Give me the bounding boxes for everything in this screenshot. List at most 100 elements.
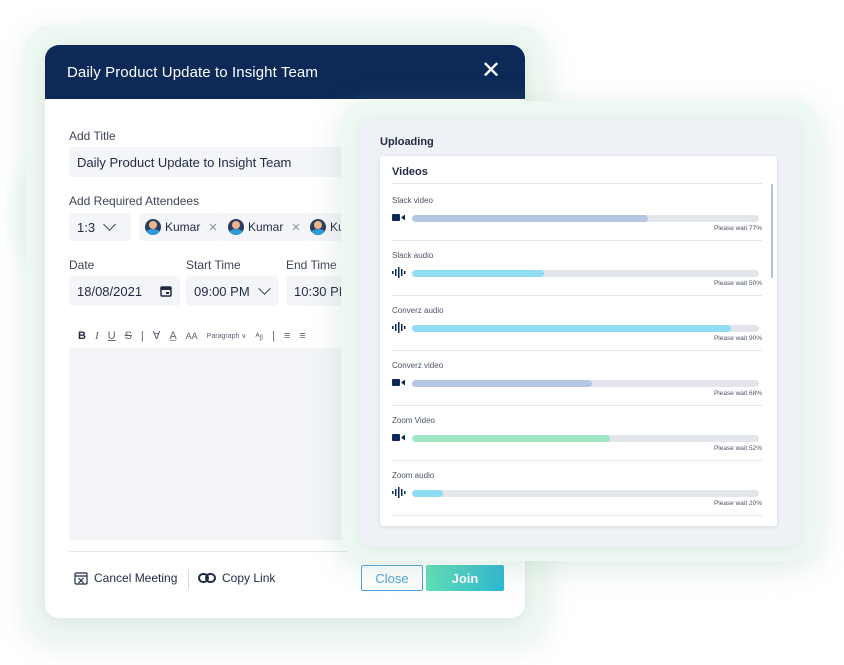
remove-attendee-icon[interactable]: ✕ xyxy=(208,221,217,234)
spell-check-icon[interactable]: ᴬᵦ xyxy=(255,331,263,341)
upload-item-name: Converz audio xyxy=(392,306,444,315)
progress-track xyxy=(412,435,759,442)
upload-status: Please wait 50% xyxy=(713,280,762,287)
video-camera-icon xyxy=(392,214,405,221)
strikethrough-button[interactable]: S xyxy=(125,330,132,342)
upload-item: Zoom Video Please wait 52% xyxy=(392,412,762,467)
toolbar-divider: | xyxy=(271,329,275,342)
upload-item: Slack video Please wait 77% xyxy=(392,192,762,247)
link-icon xyxy=(198,573,216,583)
section-divider xyxy=(392,183,762,184)
join-button[interactable]: Join xyxy=(426,565,504,591)
upload-status: Please wait 20% xyxy=(713,500,762,507)
video-camera-icon xyxy=(392,434,405,441)
start-time-label: Start Time xyxy=(186,258,241,272)
attendee-name: Kumar xyxy=(165,220,201,234)
upload-item-name: Slack audio xyxy=(392,251,434,260)
progress-fill xyxy=(412,380,593,387)
upload-status: Please wait 77% xyxy=(713,225,762,232)
upload-item: Zoom audio Please wait 20% xyxy=(392,467,762,522)
item-divider xyxy=(392,405,762,406)
list-icon[interactable]: ≡ xyxy=(299,330,305,342)
chevron-down-icon xyxy=(257,282,271,295)
toolbar-divider: | xyxy=(140,329,144,342)
item-divider xyxy=(392,350,762,351)
progress-fill xyxy=(412,490,444,497)
end-time-label: End Time xyxy=(286,258,337,272)
upload-item-name: Converz video xyxy=(392,361,444,370)
uploads-panel: Videos Slack video Please wait 77% Slack… xyxy=(380,156,777,526)
upload-item-name: Zoom audio xyxy=(392,471,435,480)
attendee-chip[interactable]: Kumar ✕ xyxy=(222,213,307,241)
footer-separator xyxy=(188,569,189,589)
meeting-type-select[interactable]: 1:3 xyxy=(69,213,131,241)
item-divider xyxy=(392,295,762,296)
dialog-title: Daily Product Update to Insight Team xyxy=(67,63,318,81)
progress-track xyxy=(412,380,759,387)
upload-item: Converz audio Please wait 90% xyxy=(392,302,762,357)
upload-status: Please wait 52% xyxy=(713,445,762,452)
uploading-card: Uploading Videos Slack video Please wait… xyxy=(359,119,801,547)
paragraph-dropdown[interactable]: Paragraph ∨ xyxy=(207,332,247,340)
attendee-name: Kumar xyxy=(248,220,284,234)
attendee-chip[interactable]: Kumar ✕ xyxy=(139,213,224,241)
bold-button[interactable]: B xyxy=(78,330,86,342)
audio-wave-icon xyxy=(392,322,406,333)
progress-fill xyxy=(412,270,544,277)
date-picker[interactable]: 18/08/2021 xyxy=(69,276,180,306)
upload-item: Slack audio Please wait 50% xyxy=(392,247,762,302)
calendar-cancel-icon xyxy=(74,572,88,585)
close-icon[interactable]: ✕ xyxy=(479,59,503,84)
progress-track xyxy=(412,325,759,332)
scrollbar[interactable] xyxy=(771,184,773,278)
meeting-type-value: 1:3 xyxy=(77,219,96,235)
remove-attendee-icon[interactable]: ✕ xyxy=(291,221,300,234)
title-input[interactable]: Daily Product Update to Insight Team xyxy=(69,147,369,177)
start-time-value: 09:00 PM xyxy=(194,283,250,299)
copy-link-button[interactable]: Copy Link xyxy=(198,571,275,585)
dialog-header: Daily Product Update to Insight Team ✕ xyxy=(45,45,525,99)
uploading-title: Uploading xyxy=(380,136,434,148)
add-title-label: Add Title xyxy=(69,129,116,143)
item-divider xyxy=(392,460,762,461)
underline-button[interactable]: U xyxy=(108,330,116,342)
close-button[interactable]: Close xyxy=(361,565,423,591)
title-input-value: Daily Product Update to Insight Team xyxy=(77,154,292,170)
item-divider xyxy=(392,240,762,241)
upload-status: Please wait 90% xyxy=(713,335,762,342)
editor-toolbar: B I U S | ∀ A̲ AA Paragraph ∨ ᴬᵦ | ≡ ≡ xyxy=(78,329,306,343)
upload-status: Please wait 68% xyxy=(713,390,762,397)
upload-item: Converz video Please wait 68% xyxy=(392,357,762,412)
upload-item-name: Slack video xyxy=(392,196,433,205)
cancel-meeting-label: Cancel Meeting xyxy=(94,571,178,585)
date-value: 18/08/2021 xyxy=(77,283,143,299)
progress-fill xyxy=(412,435,610,442)
progress-fill xyxy=(412,215,648,222)
cancel-meeting-button[interactable]: Cancel Meeting xyxy=(74,571,177,585)
videos-section-title: Videos xyxy=(392,166,428,178)
description-editor[interactable] xyxy=(69,348,369,540)
text-color-icon[interactable]: A̲ xyxy=(169,330,176,342)
progress-track xyxy=(412,490,759,497)
item-divider xyxy=(392,515,762,516)
avatar xyxy=(145,219,161,235)
italic-button[interactable]: I xyxy=(95,330,99,342)
avatar xyxy=(310,219,326,235)
date-label: Date xyxy=(69,258,95,272)
progress-track xyxy=(412,215,759,222)
start-time-select[interactable]: 09:00 PM xyxy=(186,276,279,306)
font-size-button[interactable]: AA xyxy=(186,331,198,341)
audio-wave-icon xyxy=(392,267,406,278)
clear-format-icon[interactable]: ∀ xyxy=(153,329,161,342)
calendar-icon[interactable] xyxy=(160,285,172,297)
progress-fill xyxy=(412,325,732,332)
chevron-down-icon xyxy=(103,218,116,231)
progress-track xyxy=(412,270,759,277)
avatar xyxy=(228,219,244,235)
video-camera-icon xyxy=(392,379,405,386)
align-icon[interactable]: ≡ xyxy=(284,330,290,342)
audio-wave-icon xyxy=(392,487,406,498)
attendees-label: Add Required Attendees xyxy=(69,194,200,208)
upload-item-name: Zoom Video xyxy=(392,416,435,425)
copy-link-label: Copy Link xyxy=(222,571,276,585)
